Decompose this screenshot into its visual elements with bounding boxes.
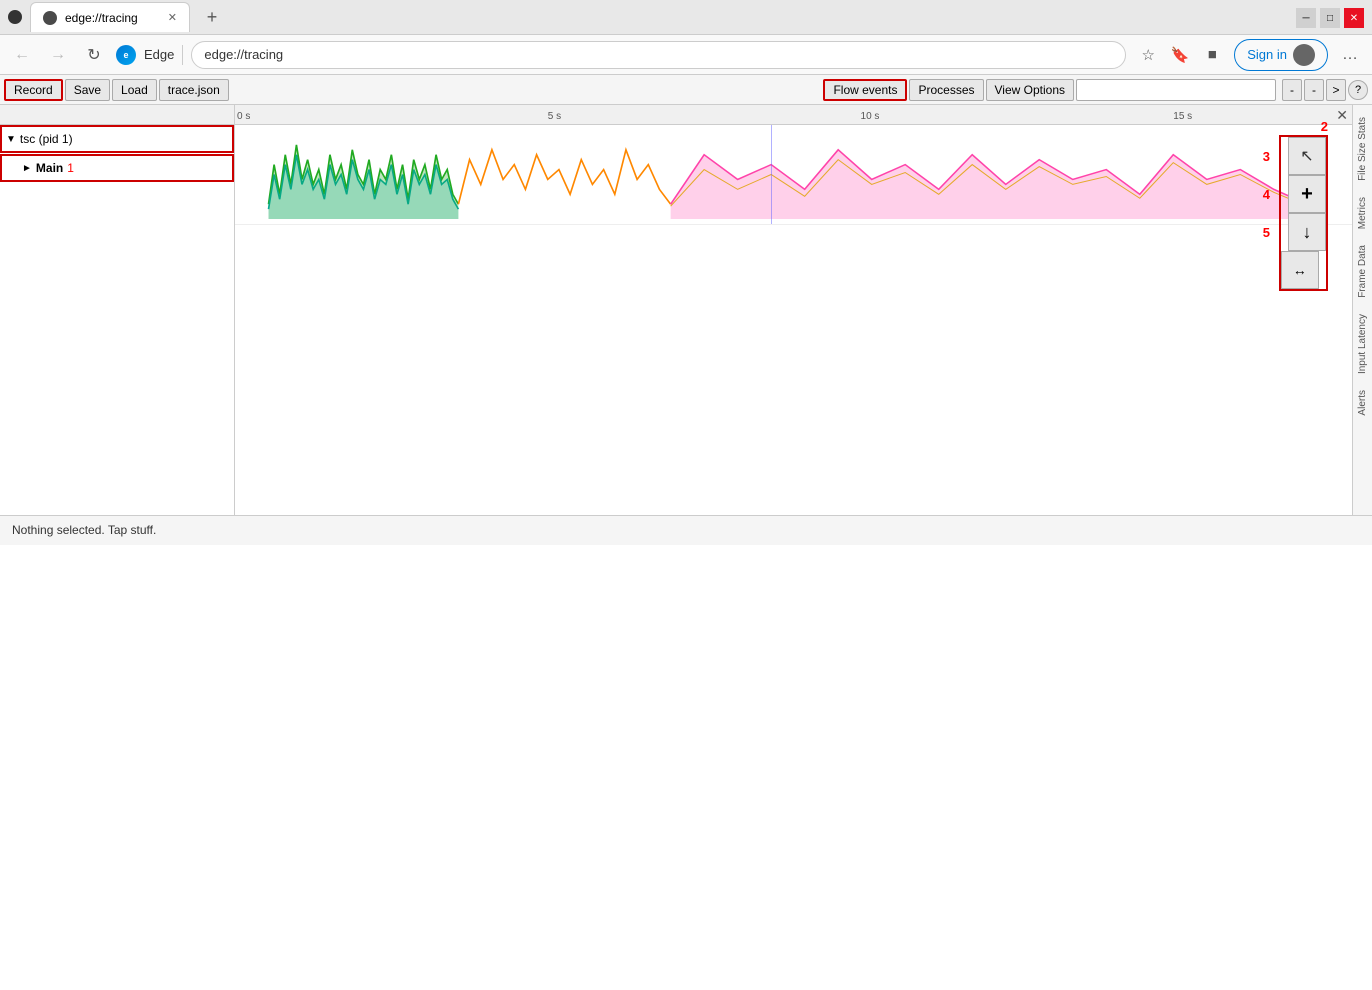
zoom-out-button[interactable]: ↓ <box>1288 213 1326 251</box>
bottom-space <box>0 545 1372 955</box>
maximize-button[interactable]: □ <box>1320 8 1340 28</box>
forward-button[interactable]: → <box>44 41 72 69</box>
control-group: 3 ↖ 4 + 5 <box>1279 135 1328 291</box>
browser-menu-button[interactable]: … <box>1336 41 1364 69</box>
cursor-line <box>771 125 772 224</box>
timeline-close-button[interactable]: ✕ <box>1332 105 1352 126</box>
address-icons: ☆ 🔖 ■ <box>1134 41 1226 69</box>
url-text: edge://tracing <box>204 47 283 62</box>
frame-data-tab[interactable]: Frame Data <box>1354 237 1371 306</box>
number-label-2: 2 <box>1321 119 1328 134</box>
expand-icon: ▼ <box>6 134 16 145</box>
sign-in-button[interactable]: Sign in <box>1234 39 1328 71</box>
extensions-button[interactable]: ■ <box>1198 41 1226 69</box>
trace-svg <box>235 125 1352 224</box>
alerts-tab[interactable]: Alerts <box>1354 382 1371 424</box>
process-row[interactable]: ▼ tsc (pid 1) <box>0 125 234 153</box>
processes-button[interactable]: Processes <box>909 79 983 101</box>
browser-name-label: Edge <box>144 47 174 62</box>
search-input[interactable] <box>1076 79 1276 101</box>
trace-json-button[interactable]: trace.json <box>159 79 229 101</box>
timeline-column: 0 s 5 s 10 s 15 s <box>235 105 1352 515</box>
back-button[interactable]: ← <box>8 41 36 69</box>
number-label-5: 5 <box>1263 225 1270 240</box>
url-input[interactable]: edge://tracing <box>191 41 1126 69</box>
nav-prev-button[interactable]: - <box>1282 79 1302 101</box>
process-label: tsc (pid 1) <box>20 132 73 146</box>
metrics-tab[interactable]: Metrics <box>1354 189 1371 237</box>
file-size-stats-tab[interactable]: File Size Stats <box>1354 109 1371 189</box>
tab-title: edge://tracing <box>65 11 138 25</box>
input-latency-tab[interactable]: Input Latency <box>1354 306 1371 382</box>
tab-favicon-inner <box>43 11 57 25</box>
right-sidebar: File Size Stats Metrics Frame Data Input… <box>1352 105 1372 515</box>
number-label-3: 3 <box>1263 149 1270 164</box>
user-avatar <box>1293 44 1315 66</box>
timeline-ruler: 0 s 5 s 10 s 15 s <box>235 105 1352 125</box>
empty-trace-area <box>235 225 1352 515</box>
controls-overlay: 2 3 ↖ 4 + <box>1279 135 1328 291</box>
close-button[interactable]: ✕ <box>1344 8 1364 28</box>
reload-button[interactable]: ↻ <box>80 41 108 69</box>
tracing-toolbar: Record Save Load trace.json Flow events … <box>0 75 1372 105</box>
tick-5s: 5 s <box>548 111 561 122</box>
browser-tab[interactable]: edge://tracing ✕ <box>30 2 190 32</box>
trace-visualization <box>235 125 1352 225</box>
tick-15s: 15 s <box>1173 111 1192 122</box>
left-panel: ▼ tsc (pid 1) ► Main 1 <box>0 105 235 515</box>
flow-events-button[interactable]: Flow events <box>823 79 907 101</box>
tab-favicon <box>8 10 22 24</box>
collections-button[interactable]: 🔖 <box>1166 41 1194 69</box>
thread-label: Main <box>36 161 63 175</box>
view-options-button[interactable]: View Options <box>986 79 1074 101</box>
browser-window: edge://tracing ✕ + ─ □ ✕ ← → ↻ e Edge ed… <box>0 0 1372 990</box>
status-message: Nothing selected. Tap stuff. <box>12 523 156 537</box>
thread-row[interactable]: ► Main 1 <box>0 154 234 182</box>
edge-logo: e <box>116 45 136 65</box>
minimize-button[interactable]: ─ <box>1296 8 1316 28</box>
status-bar: Nothing selected. Tap stuff. <box>0 515 1372 545</box>
thread-expand-icon: ► <box>22 163 32 174</box>
tracing-container: Record Save Load trace.json Flow events … <box>0 75 1372 954</box>
favorites-button[interactable]: ☆ <box>1134 41 1162 69</box>
address-divider <box>182 45 183 65</box>
zoom-in-button[interactable]: + <box>1288 175 1326 213</box>
tick-10s: 10 s <box>861 111 880 122</box>
help-button[interactable]: ? <box>1348 80 1368 100</box>
fit-button[interactable]: ↔ <box>1281 251 1319 289</box>
tick-0s: 0 s <box>237 111 250 122</box>
nav-next-button[interactable]: - <box>1304 79 1324 101</box>
number-label-1: 1 <box>67 161 74 175</box>
new-tab-button[interactable]: + <box>198 3 226 31</box>
nav-more-button[interactable]: > <box>1326 79 1346 101</box>
window-controls: ─ □ ✕ <box>1296 8 1364 28</box>
record-button[interactable]: Record <box>4 79 63 101</box>
toolbar-nav: - - > <box>1282 79 1346 101</box>
address-bar: ← → ↻ e Edge edge://tracing ☆ 🔖 ■ Sign i… <box>0 35 1372 75</box>
main-content: ▼ tsc (pid 1) ► Main 1 0 s 5 s 10 s 15 s <box>0 105 1372 515</box>
edge-logo-text: e <box>123 50 128 60</box>
number-label-4: 4 <box>1263 187 1270 202</box>
tab-close-btn[interactable]: ✕ <box>168 11 177 24</box>
load-button[interactable]: Load <box>112 79 157 101</box>
title-bar: edge://tracing ✕ + ─ □ ✕ <box>0 0 1372 35</box>
save-button[interactable]: Save <box>65 79 110 101</box>
select-mode-button[interactable]: ↖ <box>1288 137 1326 175</box>
sign-in-label: Sign in <box>1247 47 1287 62</box>
